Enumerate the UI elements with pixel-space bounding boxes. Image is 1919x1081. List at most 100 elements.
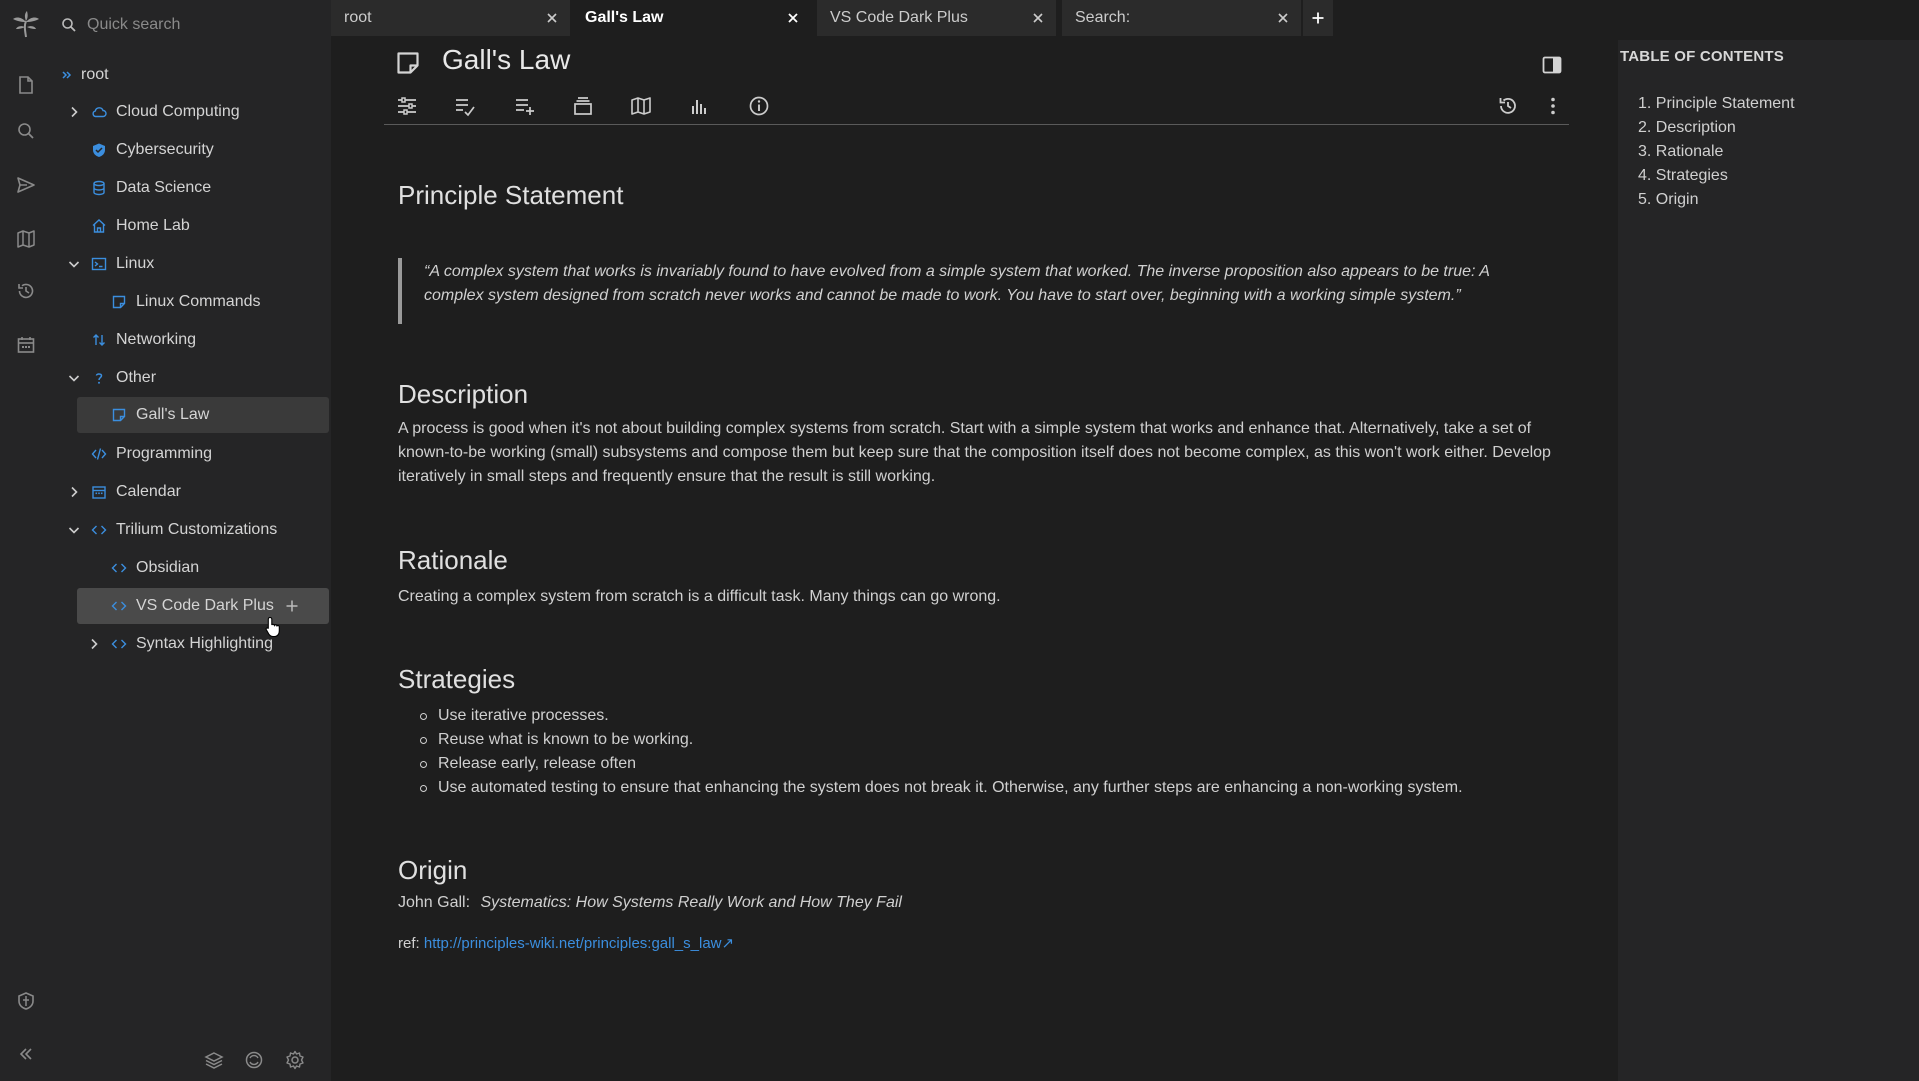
tree-item-label: Gall's Law <box>136 406 210 423</box>
tab-root[interactable]: root <box>331 0 571 36</box>
collection-icon[interactable] <box>570 94 596 118</box>
close-icon[interactable] <box>1275 10 1291 26</box>
chevron-right-icon[interactable] <box>67 105 81 119</box>
close-icon[interactable] <box>785 10 801 26</box>
heading-rationale: Rationale <box>398 545 508 575</box>
chevron-down-icon[interactable] <box>67 371 81 385</box>
tree-item-linux[interactable]: Linux <box>51 246 331 282</box>
list-item: Release early, release often <box>398 752 1558 776</box>
terminal-icon <box>91 256 107 272</box>
heading-origin: Origin <box>398 855 468 885</box>
list-item: Use automated testing to ensure that enh… <box>398 776 1558 800</box>
code-brackets-icon <box>111 598 127 614</box>
quick-search <box>51 0 331 50</box>
info-icon[interactable] <box>746 94 772 118</box>
sync-icon[interactable] <box>239 1045 269 1075</box>
quick-search-input[interactable] <box>87 12 317 38</box>
strategies-list: Use iterative processes. Reuse what is k… <box>398 704 1558 800</box>
tree-item-networking[interactable]: Networking <box>51 322 331 358</box>
tree-item-programming[interactable]: Programming <box>51 436 331 472</box>
tree-item-calendar[interactable]: Calendar <box>51 474 331 510</box>
tree-item-label: root <box>81 66 109 83</box>
protected-session-icon[interactable] <box>13 988 39 1014</box>
new-note-icon[interactable] <box>13 72 39 98</box>
cloud-icon <box>91 104 107 120</box>
tree-item-syntax-highlighting[interactable]: Syntax Highlighting <box>51 626 331 662</box>
toc-item-principle-statement[interactable]: 1. Principle Statement <box>1638 92 1795 116</box>
tree-item-label: Cloud Computing <box>116 103 240 120</box>
settings-icon[interactable] <box>280 1045 310 1075</box>
layers-icon[interactable] <box>199 1045 229 1075</box>
tree-item-label: Other <box>116 369 157 386</box>
tree-item-galls-law[interactable]: Gall's Law <box>51 397 331 433</box>
tree-item-label: Syntax Highlighting <box>136 635 273 652</box>
tab-label: Gall's Law <box>585 9 664 26</box>
map-icon[interactable] <box>13 226 39 252</box>
tree-item-label: Networking <box>116 331 197 348</box>
tab-search[interactable]: Search: <box>1062 0 1302 36</box>
toggle-right-pane-icon[interactable] <box>1541 54 1563 76</box>
plus-icon <box>1311 11 1325 25</box>
tab-label: root <box>344 9 372 26</box>
double-chevron-right-icon[interactable] <box>60 68 74 82</box>
tree-item-label: Linux Commands <box>136 293 261 310</box>
note-revisions-icon[interactable] <box>1495 94 1521 118</box>
search-icon <box>61 17 77 33</box>
code-brackets-icon <box>111 636 127 652</box>
tree-item-vs-code-dark-plus[interactable]: VS Code Dark Plus <box>51 588 331 624</box>
toc-item-strategies[interactable]: 4. Strategies <box>1638 164 1795 188</box>
collapse-sidebar-icon[interactable] <box>13 1041 39 1067</box>
note-properties-icon[interactable] <box>394 94 420 118</box>
tree-item-trilium-customizations[interactable]: Trilium Customizations <box>51 512 331 548</box>
toc-title: TABLE OF CONTENTS <box>1620 48 1784 65</box>
heading-principle-statement: Principle Statement <box>398 180 624 210</box>
toc-item-description[interactable]: 2. Description <box>1638 116 1795 140</box>
tree-item-root[interactable]: root <box>51 57 331 93</box>
chevron-right-icon[interactable] <box>67 485 81 499</box>
tree-item-label: Trilium Customizations <box>116 521 278 538</box>
chevron-down-icon[interactable] <box>67 257 81 271</box>
tab-vs-code-dark-plus[interactable]: VS Code Dark Plus <box>817 0 1057 36</box>
tree-item-other[interactable]: Other <box>51 360 331 396</box>
note-type-icon[interactable] <box>395 50 421 76</box>
note-map-icon[interactable] <box>628 94 654 118</box>
close-icon[interactable] <box>544 10 560 26</box>
tree-item-home-lab[interactable]: Home Lab <box>51 208 331 244</box>
trilium-logo-icon[interactable] <box>11 10 41 40</box>
code-brackets-icon <box>91 522 107 538</box>
chevron-down-icon[interactable] <box>67 523 81 537</box>
close-icon[interactable] <box>1030 10 1046 26</box>
list-item: Reuse what is known to be working. <box>398 728 1558 752</box>
search-icon[interactable] <box>13 118 39 144</box>
tree-item-obsidian[interactable]: Obsidian <box>51 550 331 586</box>
tree-item-linux-commands[interactable]: Linux Commands <box>51 284 331 320</box>
ribbon-divider <box>384 124 1569 125</box>
calendar-icon[interactable] <box>13 332 39 358</box>
history-icon[interactable] <box>13 278 39 304</box>
description-paragraph: A process is good when it's not about bu… <box>398 420 1551 485</box>
tree-item-cloud-computing[interactable]: Cloud Computing <box>51 94 331 130</box>
tree-item-label: Cybersecurity <box>116 141 214 158</box>
heading-strategies: Strategies <box>398 664 516 694</box>
tree-item-label: Home Lab <box>116 217 190 234</box>
reference-link[interactable]: http://principles-wiki.net/principles:ga… <box>424 935 734 952</box>
chevron-right-icon[interactable] <box>87 637 101 651</box>
note-title[interactable]: Gall's Law <box>442 44 570 76</box>
tree-item-cybersecurity[interactable]: Cybersecurity <box>51 132 331 168</box>
toc-item-rationale[interactable]: 3. Rationale <box>1638 140 1795 164</box>
calendar-icon <box>91 484 107 500</box>
toc-item-origin[interactable]: 5. Origin <box>1638 188 1795 212</box>
note-tree-pane: root Cloud Computing Cybersecurity Data … <box>51 0 331 1081</box>
tab-galls-law[interactable]: Gall's Law <box>572 0 812 36</box>
stats-icon[interactable] <box>686 94 712 118</box>
launcher-bar <box>0 0 51 1081</box>
origin-author: John Gall: <box>398 894 471 911</box>
list-item: Use iterative processes. <box>398 704 1558 728</box>
add-child-note-icon[interactable] <box>284 598 300 614</box>
send-icon[interactable] <box>13 172 39 198</box>
tree-item-data-science[interactable]: Data Science <box>51 170 331 206</box>
new-tab-button[interactable] <box>1303 0 1333 36</box>
more-options-icon[interactable] <box>1540 94 1566 118</box>
edit-icon[interactable] <box>452 94 478 118</box>
insert-icon[interactable] <box>512 94 538 118</box>
